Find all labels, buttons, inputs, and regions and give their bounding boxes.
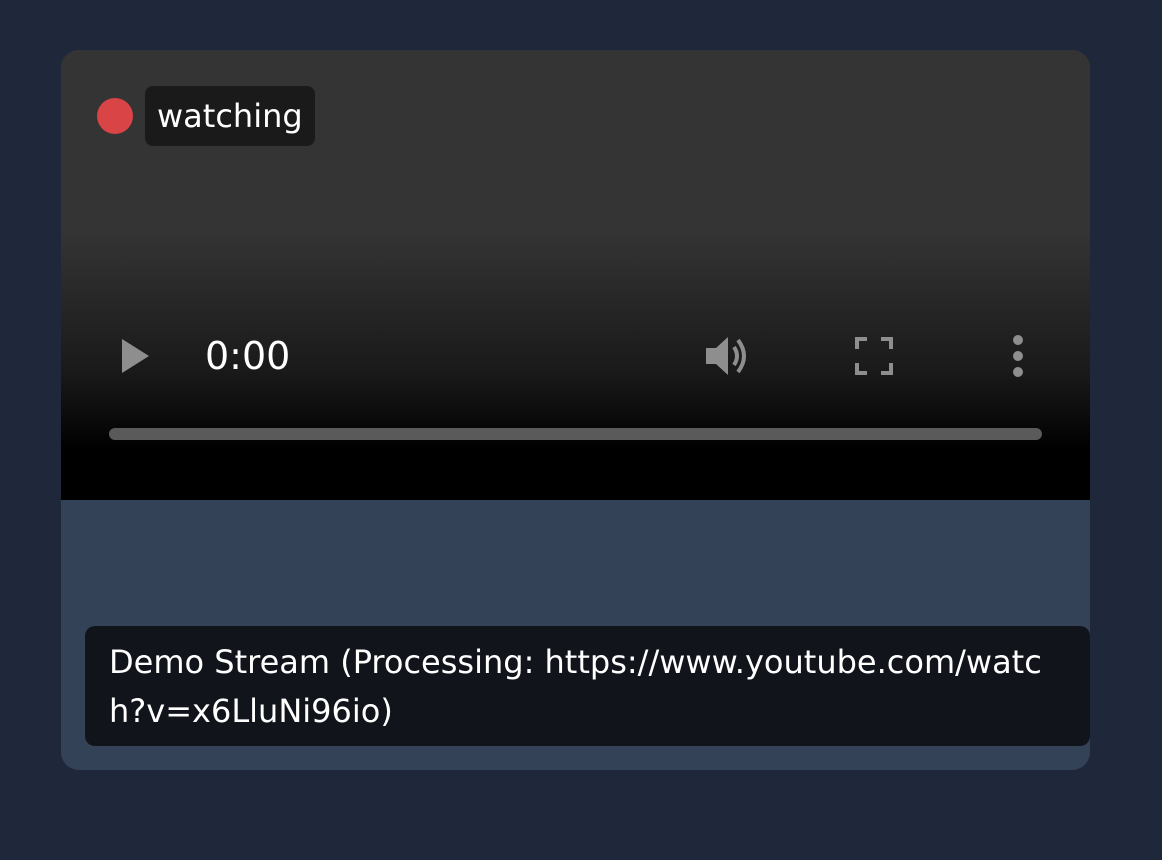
stream-caption: Demo Stream (Processing: https://www.you… [85, 626, 1090, 746]
recording-dot-icon [97, 98, 133, 134]
volume-icon [706, 337, 746, 375]
more-vertical-icon [1013, 335, 1023, 377]
play-icon [122, 339, 149, 373]
play-button[interactable] [107, 336, 163, 376]
fullscreen-icon [855, 337, 893, 375]
volume-button[interactable] [701, 332, 759, 380]
status-label: watching [145, 86, 315, 146]
player-controls: 0:00 [61, 320, 1090, 392]
status-indicator: watching [97, 86, 315, 146]
fullscreen-button[interactable] [847, 334, 901, 378]
progress-bar[interactable] [109, 428, 1042, 440]
more-options-button[interactable] [1001, 332, 1035, 380]
current-time: 0:00 [205, 334, 291, 378]
stream-card: watching 0:00 Demo Stream (Processing: h… [61, 50, 1090, 770]
video-player[interactable]: watching 0:00 [61, 50, 1090, 500]
